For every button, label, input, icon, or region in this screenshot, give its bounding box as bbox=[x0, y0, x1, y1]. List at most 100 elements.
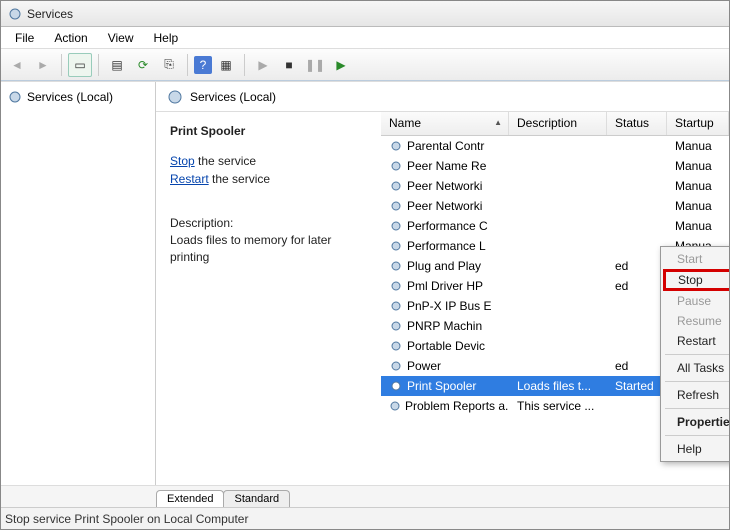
cell-name: Performance L bbox=[407, 239, 486, 253]
cell-description bbox=[509, 244, 607, 248]
cell-startup: Manua bbox=[667, 197, 729, 215]
gear-icon bbox=[389, 399, 401, 413]
menu-view[interactable]: View bbox=[98, 29, 144, 47]
table-row[interactable]: Peer NetworkiManua bbox=[381, 176, 729, 196]
table-row[interactable]: Performance C Manua bbox=[381, 216, 729, 236]
cell-name: Peer Networki bbox=[407, 179, 482, 193]
restart-icon[interactable]: ▶ bbox=[329, 53, 353, 77]
cell-name: Parental Contr bbox=[407, 139, 484, 153]
gear-icon bbox=[389, 339, 403, 353]
menu-start: Start bbox=[663, 249, 729, 269]
cell-status bbox=[607, 304, 667, 308]
action-links: Stop the service Restart the service bbox=[170, 152, 367, 188]
table-row[interactable]: Parental Contr Manua bbox=[381, 136, 729, 156]
tab-standard[interactable]: Standard bbox=[223, 490, 290, 507]
titlebar[interactable]: Services bbox=[1, 1, 729, 27]
separator bbox=[98, 54, 99, 76]
content-pane: Services (Local) Print Spooler Stop the … bbox=[156, 82, 729, 485]
gear-icon bbox=[389, 299, 403, 313]
cell-description bbox=[509, 224, 607, 228]
cell-startup: Manua bbox=[667, 137, 729, 155]
properties-icon[interactable]: ▤ bbox=[105, 53, 129, 77]
cell-description bbox=[509, 284, 607, 288]
cell-description bbox=[509, 304, 607, 308]
gear-icon bbox=[389, 239, 403, 253]
tabstrip: Extended Standard bbox=[1, 485, 729, 507]
stop-icon[interactable]: ■ bbox=[277, 53, 301, 77]
restart-link[interactable]: Restart bbox=[170, 172, 209, 186]
cell-name: Plug and Play bbox=[407, 259, 481, 273]
help-icon[interactable]: ? bbox=[194, 56, 212, 74]
detail-pane: Print Spooler Stop the service Restart t… bbox=[156, 112, 381, 485]
cell-status bbox=[607, 164, 667, 168]
description-label: Description: bbox=[170, 216, 367, 230]
cell-description bbox=[509, 204, 607, 208]
tab-extended[interactable]: Extended bbox=[156, 490, 224, 507]
cell-status bbox=[607, 344, 667, 348]
gear-icon bbox=[389, 359, 403, 373]
content-body: Print Spooler Stop the service Restart t… bbox=[156, 112, 729, 485]
menu-all-tasks[interactable]: All Tasks bbox=[663, 358, 729, 378]
menu-refresh[interactable]: Refresh bbox=[663, 385, 729, 405]
back-icon[interactable]: ◄ bbox=[5, 53, 29, 77]
pause-icon[interactable]: ❚❚ bbox=[303, 53, 327, 77]
cell-name: PnP-X IP Bus E bbox=[407, 299, 492, 313]
stop-suffix: the service bbox=[195, 154, 256, 168]
menu-help[interactable]: Help bbox=[663, 439, 729, 459]
separator bbox=[61, 54, 62, 76]
cell-description bbox=[509, 364, 607, 368]
service-name: Print Spooler bbox=[170, 124, 367, 138]
menu-resume: Resume bbox=[663, 311, 729, 331]
cell-name: Peer Name Re bbox=[407, 159, 486, 173]
menu-help[interactable]: Help bbox=[144, 29, 189, 47]
show-hide-tree-icon[interactable]: ▭ bbox=[68, 53, 92, 77]
cell-name: Peer Networki bbox=[407, 199, 482, 213]
cell-startup: Manua bbox=[667, 157, 729, 175]
menu-stop[interactable]: Stop bbox=[663, 269, 729, 291]
cell-startup: Manua bbox=[667, 217, 729, 235]
tree-pane: Services (Local) bbox=[1, 82, 156, 485]
cell-name: Portable Devic bbox=[407, 339, 485, 353]
play-icon[interactable]: ▶ bbox=[251, 53, 275, 77]
menu-restart[interactable]: Restart bbox=[663, 331, 729, 351]
stop-link[interactable]: Stop bbox=[170, 154, 195, 168]
table-row[interactable]: Peer Name Re Manua bbox=[381, 156, 729, 176]
col-status[interactable]: Status bbox=[607, 112, 667, 135]
gear-icon bbox=[389, 319, 403, 333]
services-icon bbox=[166, 88, 184, 106]
separator bbox=[244, 54, 245, 76]
menu-separator bbox=[665, 408, 729, 409]
cell-name: PNRP Machin bbox=[407, 319, 482, 333]
separator bbox=[187, 54, 188, 76]
menu-pause: Pause bbox=[663, 291, 729, 311]
col-startup[interactable]: Startup bbox=[667, 112, 729, 135]
cell-name: Power bbox=[407, 359, 441, 373]
cell-status: ed bbox=[607, 357, 667, 375]
forward-icon[interactable]: ► bbox=[31, 53, 55, 77]
services-icon bbox=[7, 89, 23, 105]
window-title: Services bbox=[27, 7, 73, 21]
gear-icon bbox=[389, 179, 403, 193]
open-icon[interactable]: ▦ bbox=[214, 53, 238, 77]
toolbar: ◄ ► ▭ ▤ ⟳ ⎘ ? ▦ ▶ ■ ❚❚ ▶ bbox=[1, 49, 729, 81]
cell-status bbox=[607, 404, 667, 408]
export-icon[interactable]: ⎘ bbox=[157, 53, 181, 77]
cell-description bbox=[509, 344, 607, 348]
content-header: Services (Local) bbox=[156, 82, 729, 112]
menu-file[interactable]: File bbox=[5, 29, 44, 47]
menu-action[interactable]: Action bbox=[44, 29, 97, 47]
description-text: Loads files to memory for later printing bbox=[170, 232, 367, 266]
cell-name: Print Spooler bbox=[407, 379, 476, 393]
table-row[interactable]: Peer Networki Manua bbox=[381, 196, 729, 216]
column-headers: Name Description Status Startup bbox=[381, 112, 729, 136]
cell-description bbox=[509, 324, 607, 328]
cell-name: Performance C bbox=[407, 219, 488, 233]
cell-status bbox=[607, 204, 667, 208]
menu-properties[interactable]: Properties bbox=[663, 412, 729, 432]
cell-status: Started bbox=[607, 377, 667, 395]
cell-description: This service ... bbox=[509, 397, 607, 415]
tree-root[interactable]: Services (Local) bbox=[1, 86, 155, 108]
col-description[interactable]: Description bbox=[509, 112, 607, 135]
refresh-icon[interactable]: ⟳ bbox=[131, 53, 155, 77]
col-name[interactable]: Name bbox=[381, 112, 509, 135]
